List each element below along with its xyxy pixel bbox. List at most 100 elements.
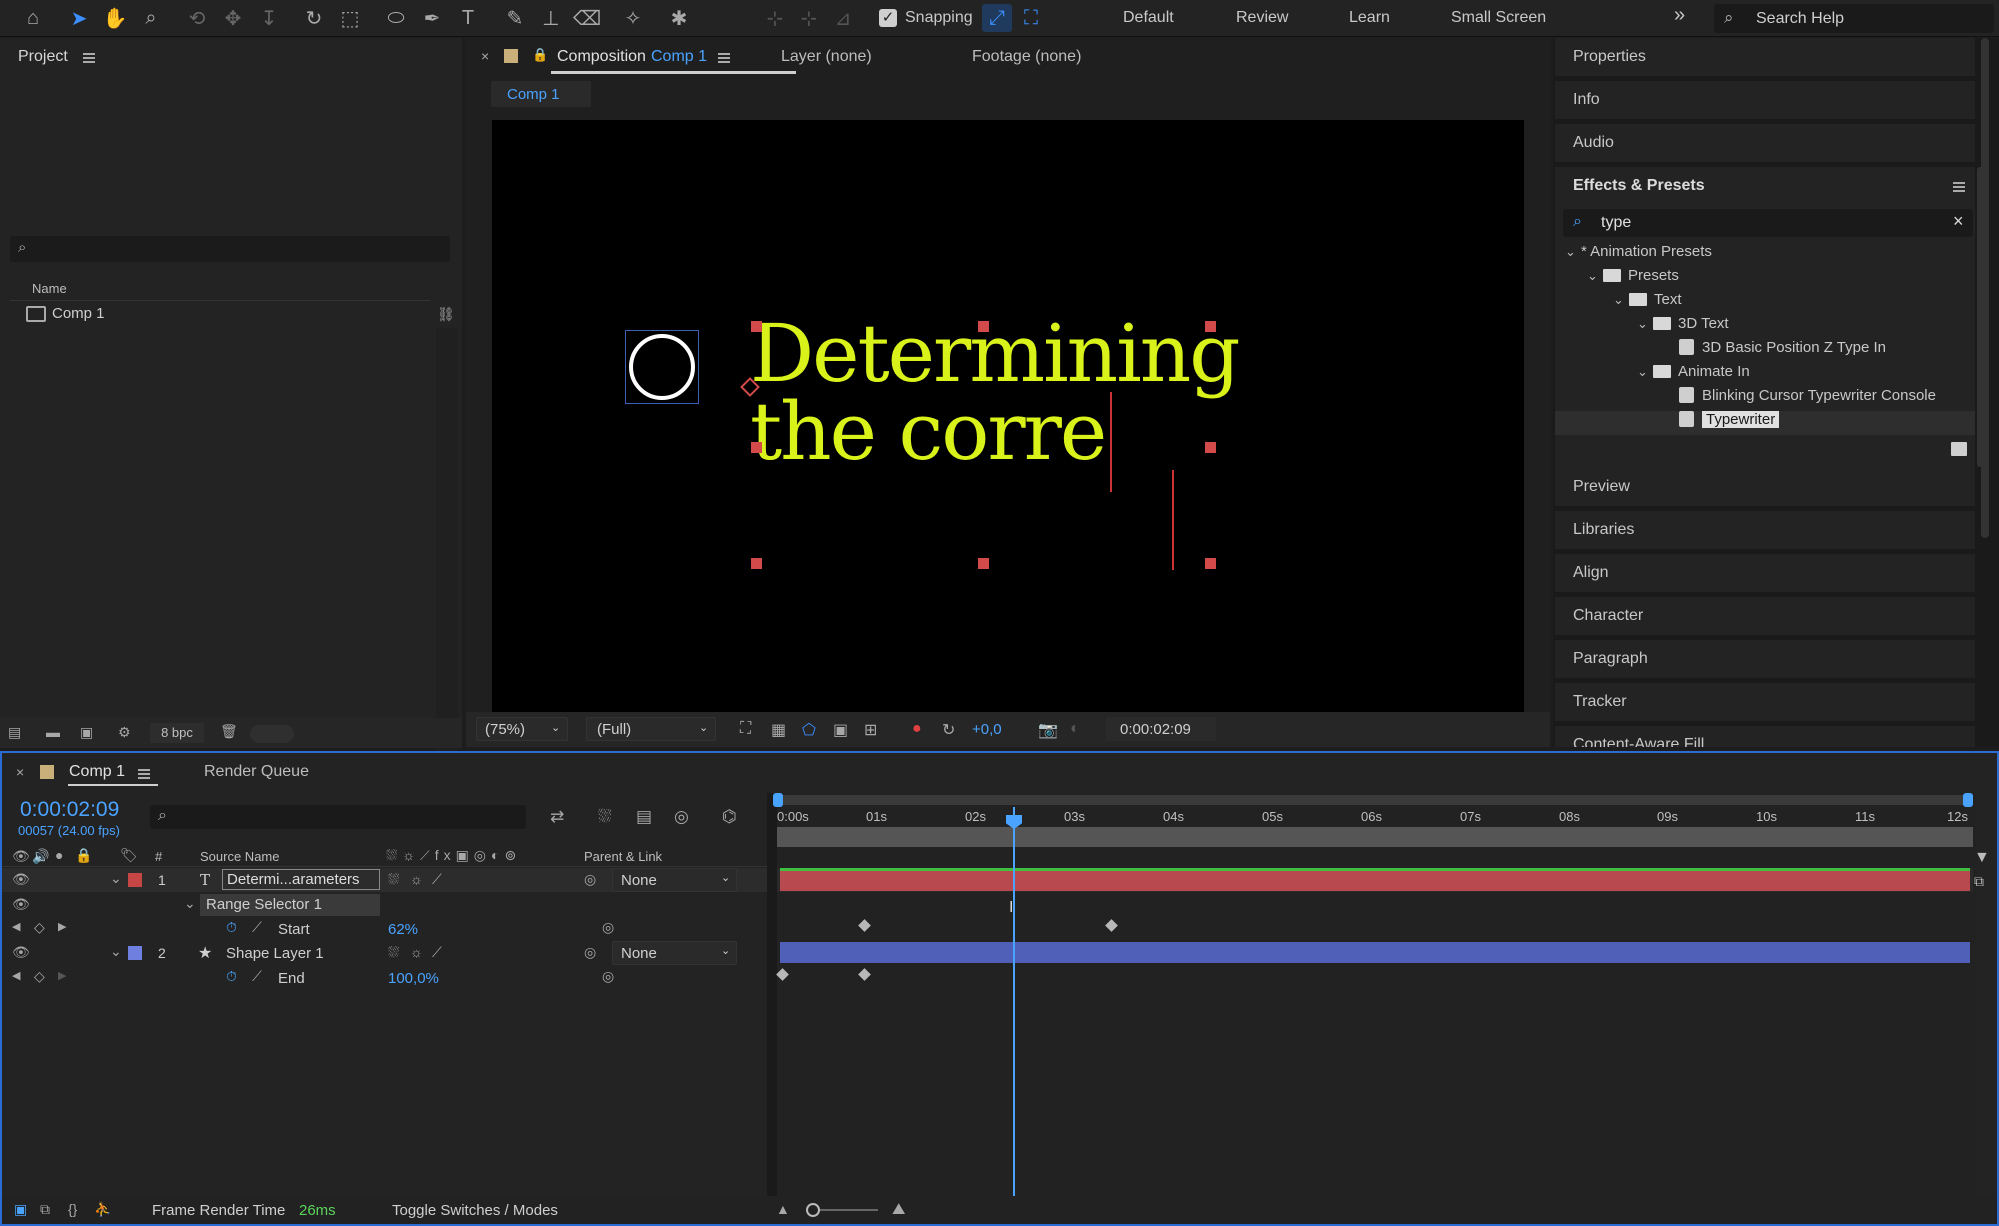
prev-keyframe-icon[interactable]: ◀ [12,920,20,933]
chevron-down-icon[interactable]: ⌄ [110,870,122,887]
reset-exposure-icon[interactable]: ↻ [942,720,955,740]
bbox-handle[interactable] [978,558,989,569]
effects-menu-icon[interactable] [1953,182,1965,192]
parent-dropdown-2[interactable]: None ⌄ [612,941,737,965]
content-aware-fill-tab[interactable]: Content-Aware Fill [1555,726,1975,747]
tree-item-text[interactable]: ⌄ Text [1613,291,1682,314]
zoom-tool-icon[interactable]: ⌕ [136,4,166,32]
layer-1-bar[interactable] [780,871,1970,891]
end-value[interactable]: 100,0% [388,970,439,987]
graph-icon[interactable]: ⟋ [252,919,262,936]
layer-name[interactable]: Determi...arameters [222,869,380,890]
range-end-line[interactable] [1172,470,1174,570]
stopwatch-icon[interactable]: ⏱ [226,919,237,936]
stopwatch-icon[interactable]: ⏱ [226,968,237,985]
dolly-camera-icon[interactable]: ↧ [254,4,284,32]
preview-panel-tab[interactable]: Preview [1555,468,1975,508]
axis-view-icon[interactable]: ⊿ [828,4,858,32]
prev-keyframe-icon[interactable]: ◀ [12,969,20,982]
add-keyframe-icon[interactable]: ◇ [34,968,45,985]
tree-item-presets[interactable]: ⌄ Presets [1587,267,1679,290]
snap-edges-icon[interactable]: ⤢ [982,4,1012,32]
project-item[interactable]: Comp 1 [18,302,438,326]
bbox-handle[interactable] [751,558,762,569]
snapshot-icon[interactable]: 📷 [1038,720,1058,740]
audio-panel-tab[interactable]: Audio [1555,124,1975,164]
resolution-dropdown[interactable]: (Full) ⌄ [586,717,716,741]
type-tool-icon[interactable]: T [453,4,483,32]
transparency-grid-icon[interactable]: ▦ [771,720,786,740]
info-panel-tab[interactable]: Info [1555,81,1975,121]
add-keyframe-icon[interactable]: ◇ [34,919,45,936]
bbox-handle[interactable] [978,321,989,332]
chevron-down-icon[interactable]: ⌄ [184,895,196,912]
eraser-tool-icon[interactable]: ⌫ [572,4,602,32]
tree-item-3d-basic-position[interactable]: 3D Basic Position Z Type In [1679,339,1886,362]
timeline-tab-name[interactable]: Comp 1 [69,763,125,781]
tree-item-animation-presets[interactable]: ⌄ * Animation Presets [1565,243,1712,266]
range-selector-row[interactable]: 👁 ⌄ Range Selector 1 [2,893,770,917]
current-time-display[interactable]: 0:00:02:09 [20,798,119,822]
quality-switch-icon[interactable]: ⟋ [432,871,442,888]
tree-item-typewriter[interactable]: Typewriter [1679,411,1780,434]
close-tab-icon[interactable]: × [16,764,24,780]
composition-menu-icon[interactable] [718,53,730,63]
work-area-span[interactable] [777,827,1973,847]
clone-stamp-icon[interactable]: ⊥ [536,4,566,32]
zoom-slider-thumb[interactable] [806,1203,820,1217]
axis-world-icon[interactable]: ⊹ [794,4,824,32]
new-composition-icon[interactable]: ▣ [80,724,93,741]
project-settings-icon[interactable]: ⚙ [118,724,131,741]
keyframe-end-2[interactable] [858,968,871,981]
brush-tool-icon[interactable]: ✎ [500,4,530,32]
work-area-end-handle[interactable] [1963,793,1973,807]
right-panel-scrollbar[interactable] [1981,38,1989,538]
next-keyframe-icon[interactable]: ▶ [58,920,66,933]
start-property-row[interactable]: ◀ ◇ ▶ ⏱ ⟋ Start 62% ◎ [2,917,770,941]
layer-color-label[interactable] [128,873,142,887]
playhead[interactable] [1013,807,1015,1203]
snapping-checkbox[interactable]: ✓ [879,9,897,27]
comp-breadcrumb[interactable]: Comp 1 [491,81,591,107]
frame-blending-icon[interactable]: ▤ [636,807,652,827]
zoom-in-icon[interactable]: ⛰ [892,1201,905,1219]
layer-tab[interactable]: Layer (none) [781,48,872,66]
next-keyframe-icon[interactable]: ▶ [58,969,66,982]
range-start-line[interactable] [1110,392,1112,492]
layer-row-2[interactable]: 👁 ⌄ 2 ★ Shape Layer 1 ⛆ ☼ ⟋ ◎ None ⌄ [2,941,770,965]
tracker-panel-tab[interactable]: Tracker [1555,683,1975,723]
pick-whip-icon[interactable]: ◎ [584,944,596,961]
axis-local-icon[interactable]: ⊹ [760,4,790,32]
keyframe-start-1[interactable] [858,919,871,932]
transfer-controls-icon[interactable]: ⧉ [40,1201,50,1218]
project-search-input[interactable]: ⌕ [10,236,450,262]
interpret-footage-icon[interactable]: ▤ [8,724,21,741]
project-menu-icon[interactable] [83,53,95,63]
visibility-icon[interactable]: 👁 [12,944,30,961]
chevron-down-icon[interactable]: ⌄ [110,943,122,960]
circle-shape[interactable] [629,334,695,400]
zoom-dropdown[interactable]: (75%) ⌄ [476,717,568,741]
layer-name[interactable]: Shape Layer 1 [226,945,324,962]
start-value[interactable]: 62% [388,921,418,938]
keyframe-end-1[interactable] [776,968,789,981]
composition-tab-name[interactable]: Comp 1 [651,48,707,66]
collapse-switch-icon[interactable]: ☼ [410,871,423,887]
clear-search-icon[interactable]: × [1953,211,1964,232]
new-preset-icon[interactable] [1951,442,1967,456]
visibility-icon[interactable]: 👁 [12,896,30,913]
paragraph-panel-tab[interactable]: Paragraph [1555,640,1975,680]
toggle-switches-modes[interactable]: Toggle Switches / Modes [392,1202,558,1219]
footage-tab[interactable]: Footage (none) [972,48,1081,66]
layer-switches-icon[interactable]: ▣ [14,1201,27,1218]
comp-mini-flowchart-icon[interactable]: ⇄ [550,807,564,827]
libraries-panel-tab[interactable]: Libraries [1555,511,1975,551]
rotate-tool-icon[interactable]: ↻ [299,4,329,32]
bbox-handle[interactable] [1205,442,1216,453]
bbox-handle[interactable] [1205,558,1216,569]
puppet-tool-icon[interactable]: ✱ [664,4,694,32]
region-of-interest-icon[interactable]: ▣ [833,720,848,740]
fast-preview-icon[interactable]: ⛶ [740,720,751,738]
show-snapshot-icon[interactable]: ◐ [1070,720,1080,738]
selection-tool-icon[interactable]: ➤ [64,4,94,32]
